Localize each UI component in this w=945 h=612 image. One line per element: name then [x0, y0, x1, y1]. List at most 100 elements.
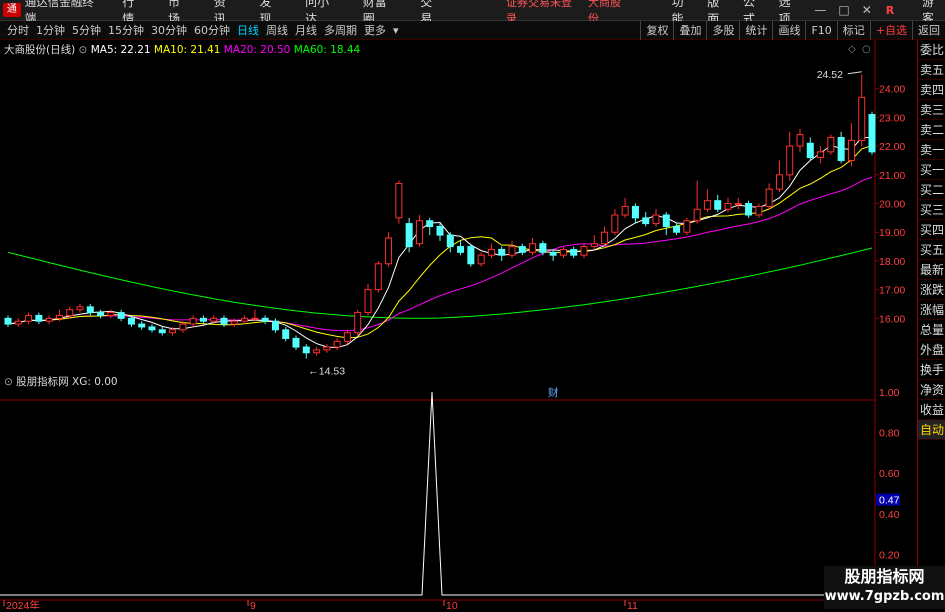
price-tick-label: 23.00 [879, 112, 905, 124]
candle-body [837, 137, 845, 161]
period-1min[interactable]: 1分钟 [36, 22, 65, 38]
multi-stock-button[interactable]: 多股 [706, 21, 739, 40]
sidebar-item-change[interactable]: 涨跌 [918, 280, 945, 300]
candle-body [611, 214, 619, 233]
candle-body [86, 306, 94, 314]
period-weekly[interactable]: 周线 [266, 22, 288, 38]
high-price-label: 24.52 [817, 69, 843, 81]
period-tick[interactable]: 分时 [7, 22, 29, 38]
low-price-label: ←14.53 [308, 366, 345, 378]
candle-body [755, 205, 763, 216]
candle-body [158, 329, 166, 334]
candle-body [292, 337, 300, 348]
sidebar-item-latest[interactable]: 最新 [918, 260, 945, 280]
candle-body [827, 137, 835, 153]
sidebar-item-outer[interactable]: 外盘 [918, 340, 945, 360]
sidebar-item-auto[interactable]: 自动 [918, 420, 945, 440]
candle-body [179, 323, 187, 331]
period-5min[interactable]: 5分钟 [72, 22, 101, 38]
candle-body [241, 317, 249, 322]
price-tick-label: 22.00 [879, 141, 905, 153]
candle-body [261, 317, 269, 322]
add-favorite-button[interactable]: +自选 [869, 21, 912, 40]
statistics-button[interactable]: 统计 [739, 21, 772, 40]
candle-body [765, 188, 773, 207]
candle-body [549, 251, 557, 256]
close-icon[interactable]: ✕ [862, 3, 872, 17]
chart-area[interactable]: 24.00 23.00 22.00 21.00 20.00 19.00 18.00 17.00… [0, 40, 917, 612]
candle-body [601, 231, 609, 245]
mark-button[interactable]: 标记 [836, 21, 870, 40]
candle-body [313, 349, 321, 354]
ma10-line [7, 144, 873, 339]
indicator-tick-label: 0.20 [879, 549, 900, 561]
candle-body [621, 205, 629, 216]
time-tick-label: 11 [627, 600, 638, 609]
legend-ma5: MA5: 22.21 [90, 44, 151, 56]
candle-body [210, 317, 218, 322]
sidebar-item-sell3[interactable]: 卖三 [918, 100, 945, 120]
sidebar-item-sell2[interactable]: 卖二 [918, 120, 945, 140]
period-multi[interactable]: 多周期 [324, 22, 357, 38]
chevron-down-icon[interactable]: ▾ [393, 24, 399, 37]
sidebar-item-buy3[interactable]: 买三 [918, 200, 945, 220]
candle-body [847, 139, 855, 161]
candle-body [354, 312, 362, 334]
candle-body [333, 340, 341, 348]
minimize-icon[interactable]: — [814, 3, 826, 17]
candle-body [220, 317, 228, 325]
candle-body [169, 329, 177, 334]
back-button[interactable]: 返回 [912, 21, 945, 40]
legend-toggle-icon[interactable]: ⊙ [79, 44, 88, 56]
candle-body [343, 332, 351, 342]
sidebar-item-sell5[interactable]: 卖五 [918, 60, 945, 80]
candle-body [539, 243, 547, 253]
maximize-icon[interactable]: □ [838, 3, 849, 17]
indicator-toggle-icon[interactable]: ⊙ [4, 376, 13, 388]
sidebar-item-turnover[interactable]: 换手 [918, 360, 945, 380]
sidebar-item-sell1[interactable]: 卖一 [918, 140, 945, 160]
sidebar-item-earnings[interactable]: 收益 [918, 400, 945, 420]
indicator-tick-label: 0.40 [879, 509, 900, 521]
sidebar-item-weibi[interactable]: 委比 [918, 40, 945, 60]
sidebar-item-change-pct[interactable]: 涨幅 [918, 300, 945, 320]
sidebar-item-net-assets[interactable]: 净资 [918, 380, 945, 400]
sidebar-item-buy1[interactable]: 买一 [918, 160, 945, 180]
price-tick-label: 20.00 [879, 199, 905, 211]
sidebar-item-buy5[interactable]: 买五 [918, 240, 945, 260]
candle-body [806, 142, 814, 159]
high-marker-line [847, 71, 862, 75]
candle-body [457, 246, 465, 253]
restore-rights-button[interactable]: 复权 [640, 21, 673, 40]
indicator-legend: ⊙ 股朋指标网 XG: 0.00 [4, 374, 118, 389]
period-60min[interactable]: 60分钟 [194, 22, 230, 38]
f10-button[interactable]: F10 [805, 21, 836, 40]
period-daily[interactable]: 日线 [237, 22, 259, 38]
candle-body [55, 314, 63, 319]
sidebar-item-sell4[interactable]: 卖四 [918, 80, 945, 100]
candle-body [662, 214, 670, 227]
candle-body [25, 314, 33, 322]
time-tick-label: 2024年 [6, 599, 40, 609]
period-more[interactable]: 更多 [364, 22, 386, 38]
sidebar-item-volume[interactable]: 总量 [918, 320, 945, 340]
r-button[interactable]: R [886, 4, 894, 17]
sidebar-item-buy4[interactable]: 买四 [918, 220, 945, 240]
candle-body [487, 248, 495, 256]
sidebar-item-buy2[interactable]: 买二 [918, 180, 945, 200]
candle-body [817, 151, 825, 159]
overlay-button[interactable]: 叠加 [673, 21, 706, 40]
kline-chart[interactable]: 24.00 23.00 22.00 21.00 20.00 19.00 18.00 17.00… [0, 40, 917, 612]
draw-line-button[interactable]: 画线 [772, 21, 805, 40]
candle-body [107, 312, 115, 316]
candle-body [426, 220, 434, 227]
period-15min[interactable]: 15分钟 [108, 22, 144, 38]
candle-body [405, 223, 413, 248]
price-tick-label: 24.00 [879, 84, 905, 96]
candle-body [282, 329, 290, 339]
candle-body [775, 174, 783, 190]
candle-body [559, 248, 567, 256]
period-30min[interactable]: 30分钟 [151, 22, 187, 38]
period-monthly[interactable]: 月线 [295, 22, 317, 38]
candle-body [189, 317, 197, 325]
